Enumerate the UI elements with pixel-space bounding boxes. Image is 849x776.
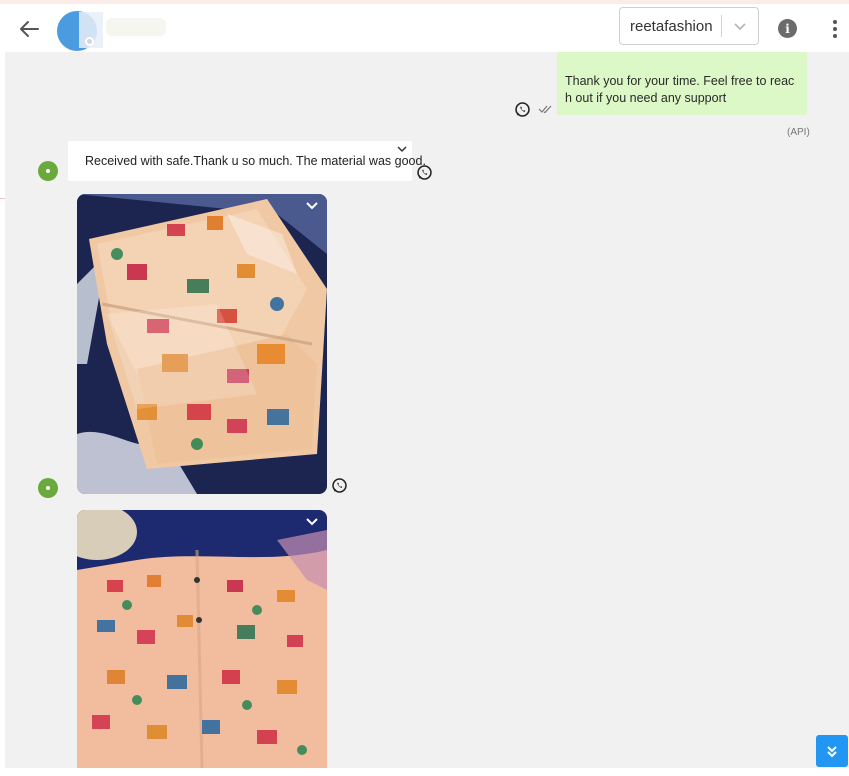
- bottom-strip: [0, 768, 849, 776]
- account-select-value: reetafashion: [630, 17, 713, 35]
- double-chevron-down-icon[interactable]: [816, 735, 848, 767]
- chevron-down-icon[interactable]: [722, 22, 758, 31]
- info-icon[interactable]: i: [778, 19, 797, 38]
- arrow-left-icon[interactable]: [16, 16, 42, 42]
- whatsapp-icon: [515, 102, 530, 117]
- chat-header: reetafashion i: [0, 4, 849, 52]
- image-icon: [77, 510, 327, 768]
- contact-name-redacted: [106, 18, 166, 36]
- online-status-dot: [38, 478, 58, 498]
- incoming-image-message[interactable]: [77, 194, 327, 494]
- chevron-down-icon[interactable]: [396, 144, 408, 154]
- edge-divider: [0, 198, 5, 199]
- outgoing-message-text: Thank you for your time. Feel free to re…: [565, 74, 795, 105]
- incoming-message-bubble[interactable]: Received with safe.Thank u so much. The …: [68, 141, 426, 181]
- chevron-down-icon[interactable]: [305, 517, 319, 527]
- whatsapp-icon: [417, 165, 432, 180]
- image-icon: [77, 194, 327, 494]
- avatar-status-dot: [85, 37, 94, 46]
- kebab-menu-icon[interactable]: [826, 18, 844, 40]
- online-status-dot: [38, 161, 58, 181]
- whatsapp-icon: [332, 478, 347, 493]
- incoming-message-text: Received with safe.Thank u so much. The …: [85, 154, 426, 168]
- outgoing-message-bubble[interactable]: Thank you for your time. Feel free to re…: [557, 52, 807, 115]
- double-check-icon: [538, 105, 552, 114]
- chevron-down-icon[interactable]: [305, 201, 319, 211]
- account-select[interactable]: reetafashion: [619, 7, 759, 45]
- message-source-label: (API): [787, 127, 810, 138]
- incoming-image-message[interactable]: [77, 510, 327, 768]
